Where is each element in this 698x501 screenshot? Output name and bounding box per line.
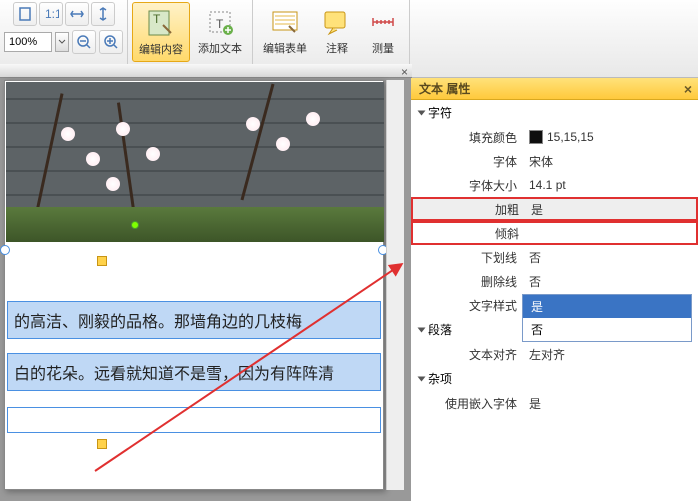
annotate-icon (321, 6, 353, 38)
fill-color-label: 填充颜色 (411, 129, 523, 146)
blossom-decoration (246, 117, 260, 131)
fit-page-button[interactable] (13, 2, 37, 26)
document-scrollbar[interactable] (386, 80, 404, 490)
edit-form-label: 编辑表单 (263, 40, 307, 56)
document-page[interactable]: 的高洁、刚毅的品格。那墙角边的几枝梅 白的花朵。远看就知道不是雪，因为有阵阵清 (4, 80, 384, 490)
section-misc[interactable]: 杂项 (411, 366, 698, 391)
row-font-size[interactable]: 字体大小14.1 pt (411, 173, 698, 197)
text-content-2: 白的花朵。远看就知道不是雪，因为有阵阵清 (8, 354, 380, 390)
close-tab-icon[interactable]: × (401, 65, 408, 79)
style-label: 文字样式 (411, 297, 523, 314)
row-align[interactable]: 文本对齐左对齐 (411, 342, 698, 366)
section-misc-label: 杂项 (428, 370, 452, 387)
fit-height-button[interactable] (91, 2, 115, 26)
embed-label: 使用嵌入字体 (411, 395, 523, 412)
edit-form-button[interactable]: 编辑表单 (257, 2, 313, 60)
properties-panel: 文本 属性 × 字符 填充颜色 15,15,15 字体宋体 字体大小14.1 pt… (410, 78, 698, 501)
dropdown-option-yes[interactable]: 是 (523, 295, 691, 318)
edit-content-button[interactable]: T 编辑内容 (132, 2, 190, 62)
add-text-icon: T (204, 6, 236, 38)
font-label: 字体 (411, 153, 523, 170)
row-fill-color[interactable]: 填充颜色 15,15,15 (411, 125, 698, 149)
add-text-button[interactable]: T 添加文本 (192, 2, 248, 60)
row-bold[interactable]: 加粗是 (411, 197, 698, 221)
measure-button[interactable]: 测量 (361, 2, 405, 60)
zoom-out-button[interactable] (72, 30, 96, 54)
zoom-in-button[interactable] (99, 30, 123, 54)
bold-label: 加粗 (413, 201, 525, 218)
row-underline[interactable]: 下划线否 (411, 245, 698, 269)
annotate-button[interactable]: 注释 (315, 2, 359, 60)
edit-content-label: 编辑内容 (139, 41, 183, 57)
selection-handle-bottom[interactable] (97, 439, 107, 449)
svg-text:T: T (216, 17, 224, 31)
row-italic[interactable]: 倾斜 (411, 221, 698, 245)
document-area: × 的高洁、刚毅的品格。那墙角边的几枝梅 白的花朵。远看就知道不是雪，因为有阵阵 (0, 78, 410, 501)
font-size-label: 字体大小 (411, 177, 523, 194)
text-block-2[interactable]: 白的花朵。远看就知道不是雪，因为有阵阵清 (7, 353, 381, 391)
italic-dropdown-open: 是 否 (522, 294, 692, 342)
strike-value: 否 (523, 273, 698, 290)
edit-content-icon: T (145, 7, 177, 39)
close-panel-icon[interactable]: × (684, 81, 692, 97)
align-label: 文本对齐 (411, 346, 523, 363)
text-block-1[interactable]: 的高洁、刚毅的品格。那墙角边的几枝梅 (7, 301, 381, 339)
measure-icon (367, 6, 399, 38)
row-embed-font[interactable]: 使用嵌入字体是 (411, 391, 698, 415)
row-strike[interactable]: 删除线否 (411, 269, 698, 293)
expand-icon (418, 376, 426, 381)
properties-title-text: 文本 属性 (419, 80, 470, 97)
row-font[interactable]: 字体宋体 (411, 149, 698, 173)
embed-value: 是 (523, 395, 698, 412)
underline-label: 下划线 (411, 249, 523, 266)
actual-size-button[interactable]: 1:1 (39, 2, 63, 26)
add-text-label: 添加文本 (198, 40, 242, 56)
svg-text:1:1: 1:1 (45, 7, 59, 21)
underline-value: 否 (523, 249, 698, 266)
italic-label: 倾斜 (413, 225, 525, 242)
selection-handle-top[interactable] (97, 256, 107, 266)
blossom-decoration (116, 122, 130, 136)
blossom-decoration (276, 137, 290, 151)
blossom-decoration (306, 112, 320, 126)
properties-title: 文本 属性 × (411, 78, 698, 100)
align-value: 左对齐 (523, 346, 698, 363)
blossom-decoration (86, 152, 100, 166)
expand-icon (418, 327, 426, 332)
color-swatch[interactable] (529, 130, 543, 144)
text-block-empty[interactable] (7, 407, 381, 433)
zoom-dropdown[interactable] (55, 32, 69, 52)
strike-label: 删除线 (411, 273, 523, 290)
blossom-decoration (106, 177, 120, 191)
font-value: 宋体 (523, 153, 698, 170)
zoom-value[interactable]: 100% (4, 32, 52, 52)
section-character-label: 字符 (428, 104, 452, 121)
fill-color-value: 15,15,15 (547, 130, 594, 144)
expand-icon (418, 110, 426, 115)
annotate-label: 注释 (326, 40, 348, 56)
rotate-handle[interactable] (131, 221, 139, 229)
text-content-1: 的高洁、刚毅的品格。那墙角边的几枝梅 (8, 302, 380, 338)
blossom-decoration (146, 147, 160, 161)
dropdown-option-no[interactable]: 否 (523, 318, 691, 341)
grass-decoration (6, 207, 384, 242)
section-paragraph-label: 段落 (428, 321, 452, 338)
font-size-value: 14.1 pt (523, 178, 698, 192)
svg-text:T: T (153, 12, 161, 26)
document-tab-bar: × (0, 64, 412, 78)
edit-form-icon (269, 6, 301, 38)
measure-label: 测量 (372, 40, 394, 56)
fit-width-button[interactable] (65, 2, 89, 26)
resize-handle-left[interactable] (0, 245, 10, 255)
image-object[interactable] (6, 82, 384, 242)
blossom-decoration (61, 127, 75, 141)
section-character[interactable]: 字符 (411, 100, 698, 125)
bold-value: 是 (525, 201, 696, 218)
